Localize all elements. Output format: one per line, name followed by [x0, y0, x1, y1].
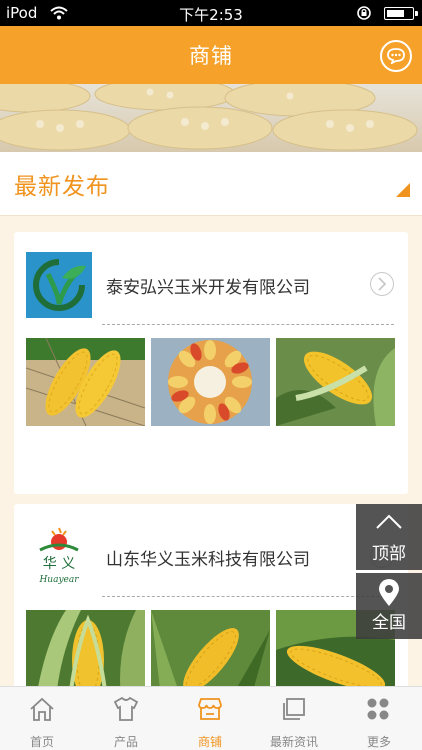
back-to-top-label: 顶部: [372, 544, 406, 564]
tab-label: 最新资讯: [269, 735, 318, 749]
banner-image[interactable]: [0, 84, 422, 152]
corn-husk-photo[interactable]: [26, 610, 145, 698]
svg-text:华 义: 华 义: [43, 556, 75, 572]
huayi-logo-icon: 华 义 Huayear: [26, 524, 92, 590]
chat-button[interactable]: [380, 40, 412, 72]
corn-cross-section-photo[interactable]: [151, 338, 270, 426]
chat-bubble-icon: [387, 48, 405, 64]
tab-news[interactable]: 最新资讯: [252, 687, 336, 750]
shop-card[interactable]: 泰安弘兴玉米开发有限公司: [14, 232, 408, 494]
tab-products[interactable]: 产品: [84, 687, 168, 750]
status-bar: iPod 下午2:53: [0, 0, 422, 26]
back-to-top-button[interactable]: 顶部: [356, 504, 422, 570]
home-icon: [30, 697, 54, 721]
tab-label: 首页: [29, 735, 54, 749]
shirt-icon: [113, 696, 139, 721]
tab-more[interactable]: 更多: [336, 687, 422, 750]
battery-icon: [384, 7, 418, 20]
shop-card[interactable]: 华 义 Huayear 山东华义玉米科技有限公司: [14, 504, 408, 704]
chevron-right-icon[interactable]: [370, 272, 394, 296]
tab-bar: 首页 产品 商铺 最新资讯 更多: [0, 686, 422, 750]
nav-bar: 商铺: [0, 26, 422, 84]
svg-text:Huayear: Huayear: [38, 575, 79, 585]
news-icon: [283, 698, 305, 720]
tab-home[interactable]: 首页: [0, 687, 84, 750]
divider: [102, 596, 394, 597]
corn-field-photo[interactable]: [151, 610, 270, 698]
tab-label: 更多: [366, 735, 391, 749]
chevron-up-icon: [376, 514, 402, 529]
region-button[interactable]: 全国: [356, 573, 422, 639]
section-header: 最新发布: [0, 152, 422, 216]
photo-row: [26, 610, 396, 698]
rotation-lock-icon: [356, 5, 372, 25]
corn-cob-pair-photo[interactable]: [26, 338, 145, 426]
tab-label: 产品: [113, 735, 138, 749]
location-pin-icon: [379, 579, 399, 606]
corn-on-stalk-photo[interactable]: [276, 338, 395, 426]
tab-label: 商铺: [197, 735, 222, 749]
region-label: 全国: [372, 613, 406, 633]
section-title: 最新发布: [14, 174, 110, 200]
divider: [102, 324, 394, 325]
shop-icon: [198, 698, 222, 720]
page-title: 商铺: [189, 44, 233, 68]
shop-name[interactable]: 泰安弘兴玉米开发有限公司: [106, 273, 310, 298]
leaf-logo-icon: [26, 252, 92, 318]
photo-row: [26, 338, 396, 426]
more-grid-icon: [367, 698, 389, 720]
dropdown-triangle-icon[interactable]: [396, 183, 410, 197]
tab-shops[interactable]: 商铺: [168, 687, 252, 750]
shop-name[interactable]: 山东华义玉米科技有限公司: [106, 545, 310, 570]
